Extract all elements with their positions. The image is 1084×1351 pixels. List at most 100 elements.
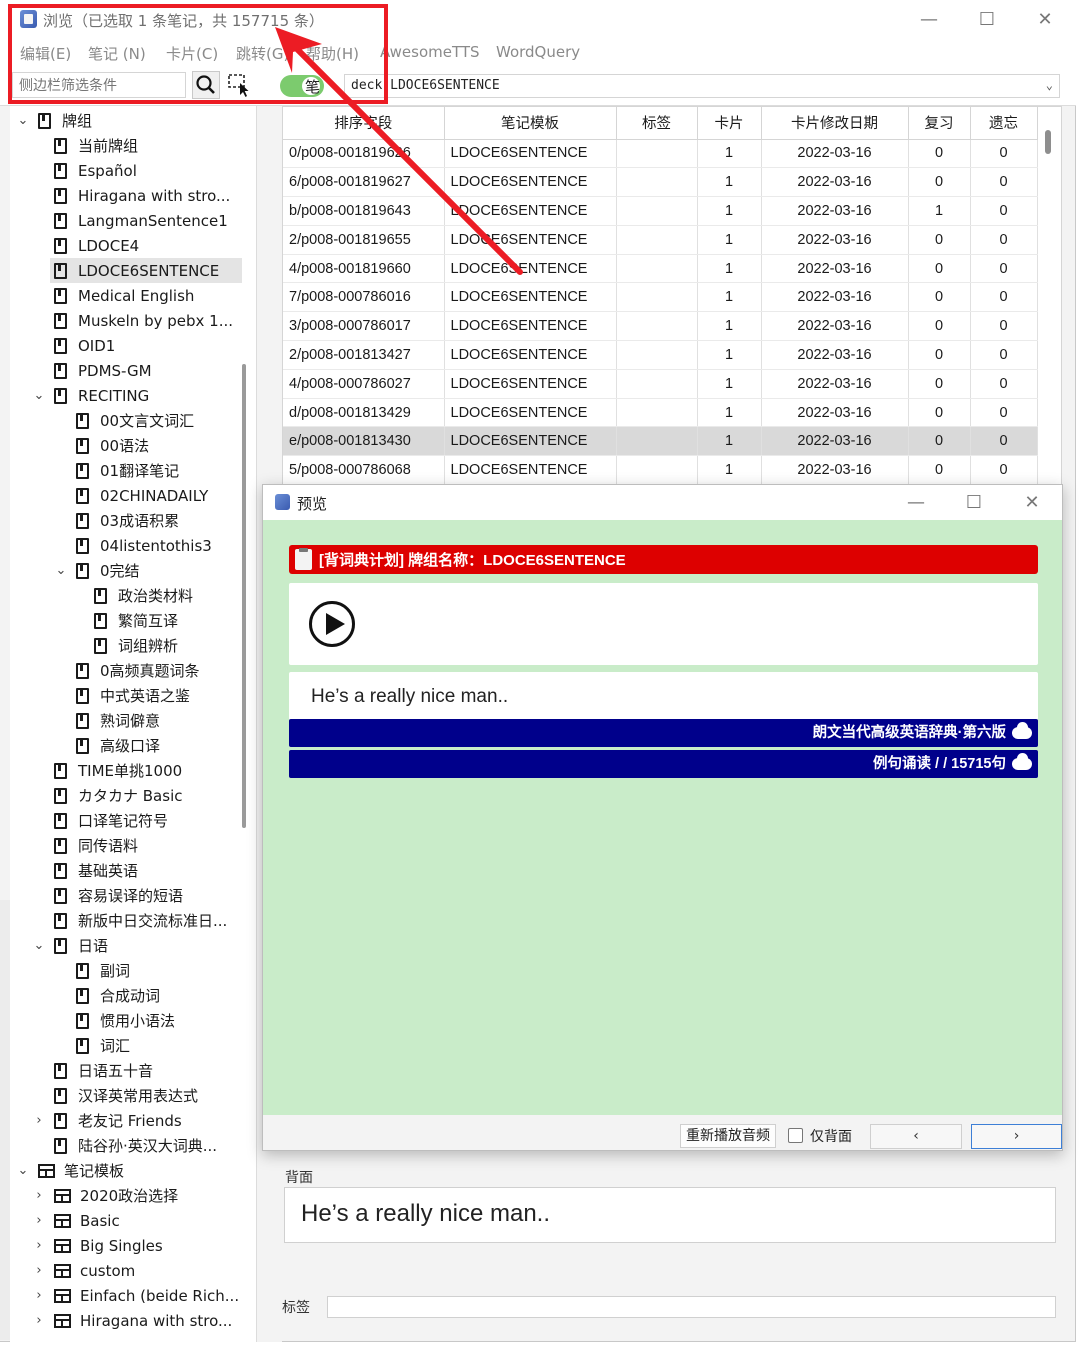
chevron-right-icon[interactable]: › (32, 1238, 46, 1253)
sidebar-item[interactable]: 汉译英常用表达式 (50, 1083, 242, 1108)
table-scrollbar[interactable] (1045, 130, 1051, 154)
sidebar-item[interactable]: 04listentothis3 (72, 533, 242, 558)
chevron-right-icon[interactable]: › (32, 1288, 46, 1303)
sidebar-item[interactable]: 00文言文词汇 (72, 408, 242, 433)
sidebar-item[interactable]: 02CHINADAILY (72, 483, 242, 508)
sidebar-item[interactable]: 00语法 (72, 433, 242, 458)
sidebar-item[interactable]: 副词 (72, 958, 242, 983)
sidebar-item[interactable]: 词汇 (72, 1033, 242, 1058)
table-row[interactable]: e/p008-001813430 LDOCE6SENTENCE 1 2022-03-1… (283, 426, 1038, 457)
sidebar-item[interactable]: LDOCE6SENTENCE (50, 258, 242, 283)
table-row[interactable]: 5/p008-000786068 LDOCE6SENTENCE 1 2022-03-1… (283, 455, 1038, 485)
chevron-down-icon[interactable]: ⌄ (54, 563, 68, 578)
sidebar-item[interactable]: OID1 (50, 333, 242, 358)
close-button[interactable]: ✕ (1028, 6, 1062, 32)
sidebar-item[interactable]: ⌄ 笔记模板 (18, 1158, 242, 1183)
chevron-right-icon[interactable]: › (32, 1313, 46, 1328)
tags-input[interactable] (327, 1296, 1056, 1318)
sidebar-item[interactable]: カタカナ Basic (50, 783, 242, 808)
sidebar-item[interactable]: Español (50, 158, 242, 183)
sidebar-item[interactable]: › Big Singles (36, 1233, 242, 1258)
sidebar-item[interactable]: › 2020政治选择 (36, 1183, 242, 1208)
replay-audio-button[interactable]: 重新播放音频 (680, 1124, 776, 1148)
sidebar-item[interactable]: Hiragana with stro... (50, 183, 242, 208)
column-header[interactable]: 遗忘 (970, 107, 1038, 140)
sidebar-item[interactable]: 高级口译 (72, 733, 242, 758)
sidebar-item[interactable]: 01翻译笔记 (72, 458, 242, 483)
preview-minimize-button[interactable]: — (899, 489, 933, 515)
chevron-right-icon[interactable]: › (32, 1213, 46, 1228)
sidebar-item[interactable]: › Basic (36, 1208, 242, 1233)
next-card-button[interactable]: › (971, 1124, 1062, 1149)
sidebar-item[interactable]: 口译笔记符号 (50, 808, 242, 833)
back-only-checkbox[interactable] (788, 1128, 803, 1143)
table-row[interactable]: 3/p008-000786017 LDOCE6SENTENCE 1 2022-03-1… (283, 311, 1038, 342)
column-header[interactable]: 卡片修改日期 (761, 107, 909, 140)
sidebar-item[interactable]: Medical English (50, 283, 242, 308)
column-header[interactable]: 标签 (616, 107, 698, 140)
column-header[interactable]: 复习 (908, 107, 971, 140)
column-header[interactable]: 排序字段 (283, 107, 445, 140)
previous-card-button[interactable]: ‹ (870, 1124, 962, 1149)
sidebar-item[interactable]: LDOCE4 (50, 233, 242, 258)
sidebar-item[interactable]: 日语五十音 (50, 1058, 242, 1083)
menu-wordquery[interactable]: WordQuery (496, 43, 580, 61)
sidebar-scrollbar[interactable] (242, 364, 246, 828)
sidebar-item[interactable]: LangmanSentence1 (50, 208, 242, 233)
sidebar-item[interactable]: › Einfach (beide Rich... (36, 1283, 242, 1308)
sidebar-item[interactable]: ⌄ 日语 (34, 933, 242, 958)
sidebar-item[interactable]: 03成语积累 (72, 508, 242, 533)
sidebar-item[interactable]: 基础英语 (50, 858, 242, 883)
sidebar-item[interactable]: 陆谷孙·英汉大词典... (50, 1133, 242, 1158)
chevron-down-icon[interactable]: ⌄ (32, 388, 46, 403)
chevron-down-icon[interactable]: ⌄ (32, 938, 46, 953)
table-row[interactable]: 0/p008-001819626 LDOCE6SENTENCE 1 2022-03-1… (283, 139, 1038, 169)
sidebar-item[interactable]: 繁简互译 (90, 608, 242, 633)
menu-awesometts[interactable]: AwesomeTTS (380, 43, 480, 61)
maximize-button[interactable]: ☐ (970, 6, 1004, 32)
preview-close-button[interactable]: ✕ (1015, 489, 1049, 515)
sidebar-item[interactable]: › custom (36, 1258, 242, 1283)
sidebar-item[interactable]: › 老友记 Friends (36, 1108, 242, 1133)
search-query-combo[interactable]: deck:LDOCE6SENTENCE ⌄ (344, 74, 1060, 98)
sidebar-item[interactable]: ⌄ 0完结 (56, 558, 242, 583)
sidebar-item[interactable]: 同传语料 (50, 833, 242, 858)
chevron-right-icon[interactable]: › (32, 1188, 46, 1203)
chevron-right-icon[interactable]: › (32, 1113, 46, 1128)
sidebar-item[interactable]: 容易误译的短语 (50, 883, 242, 908)
table-cell: b/p008-001819643 (283, 196, 445, 226)
sidebar-item[interactable]: ⌄ RECITING (34, 383, 242, 408)
sidebar-item[interactable]: ⌄ 牌组 (18, 108, 242, 133)
table-row[interactable]: 6/p008-001819627 LDOCE6SENTENCE 1 2022-03-1… (283, 167, 1038, 198)
table-row[interactable]: 2/p008-001813427 LDOCE6SENTENCE 1 2022-03-1… (283, 340, 1038, 370)
sidebar-item[interactable]: PDMS-GM (50, 358, 242, 383)
play-audio-button[interactable] (309, 601, 355, 647)
sidebar-item[interactable]: 中式英语之鉴 (72, 683, 242, 708)
chevron-down-icon[interactable]: ⌄ (16, 1163, 30, 1178)
sidebar-item[interactable]: 惯用小语法 (72, 1008, 242, 1033)
table-row[interactable]: 7/p008-000786016 LDOCE6SENTENCE 1 2022-03-1… (283, 282, 1038, 313)
column-header[interactable]: 笔记模板 (444, 107, 617, 140)
sidebar-item[interactable]: TIME单挑1000 (50, 758, 242, 783)
sidebar-item[interactable]: 新版中日交流标准日... (50, 908, 242, 933)
minimize-button[interactable]: — (912, 6, 946, 32)
column-header[interactable]: 卡片 (697, 107, 762, 140)
table-row[interactable]: d/p008-001813429 LDOCE6SENTENCE 1 2022-03-1… (283, 398, 1038, 428)
sidebar-item[interactable]: 合成动词 (72, 983, 242, 1008)
sidebar-item[interactable]: 0高频真题词条 (72, 658, 242, 683)
preview-maximize-button[interactable]: ☐ (957, 489, 991, 515)
chevron-down-icon[interactable]: ⌄ (16, 113, 30, 128)
table-row[interactable]: 4/p008-000786027 LDOCE6SENTENCE 1 2022-03-1… (283, 369, 1038, 399)
sidebar-item[interactable]: Muskeln by pebx 1... (50, 308, 242, 333)
sidebar-item[interactable]: › Hiragana with stro... (36, 1308, 242, 1333)
sidebar-item[interactable]: 熟词僻意 (72, 708, 242, 733)
sidebar-item[interactable]: 词组辨析 (90, 633, 242, 658)
chevron-down-icon[interactable]: ⌄ (1046, 78, 1053, 92)
sidebar-item[interactable]: 政治类材料 (90, 583, 242, 608)
table-row[interactable]: 2/p008-001819655 LDOCE6SENTENCE 1 2022-03-1… (283, 225, 1038, 255)
table-row[interactable]: b/p008-001819643 LDOCE6SENTENCE 1 2022-03-1… (283, 196, 1038, 226)
sidebar-item[interactable]: 当前牌组 (50, 133, 242, 158)
back-field-editor[interactable]: He’s a really nice man.. (284, 1187, 1056, 1243)
chevron-right-icon[interactable]: › (32, 1263, 46, 1278)
table-row[interactable]: 4/p008-001819660 LDOCE6SENTENCE 1 2022-03-1… (283, 254, 1038, 284)
